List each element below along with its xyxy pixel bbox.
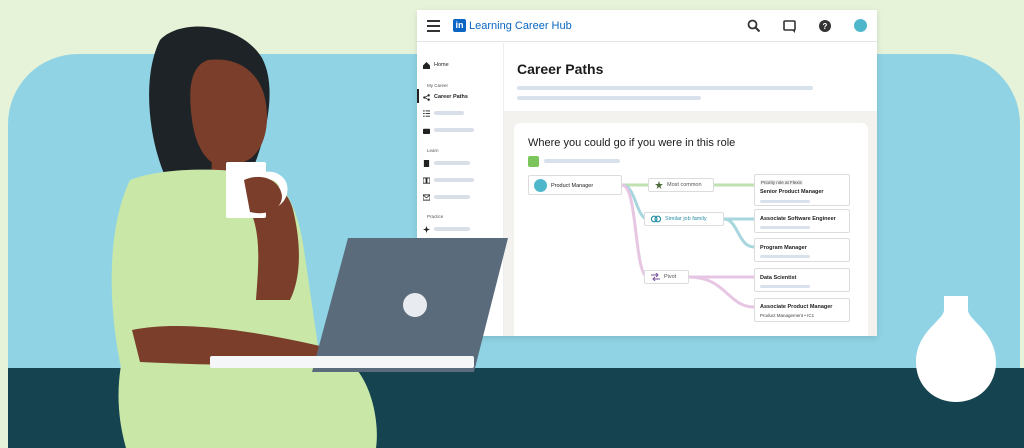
- sidebar-item[interactable]: [423, 124, 474, 136]
- sidebar-item-label: Career Paths: [434, 94, 468, 100]
- path-pill-similar-job-family[interactable]: Similar job family: [644, 212, 724, 226]
- role-title: Associate Product Manager: [760, 304, 833, 310]
- active-indicator: [417, 89, 419, 103]
- sidebar-placeholder: [434, 161, 470, 165]
- hamburger-icon[interactable]: [427, 20, 440, 32]
- share-nodes-icon: [423, 93, 430, 101]
- path-pill-label: Pivot: [664, 274, 677, 280]
- role-card-senior-product-manager[interactable]: Priority role at Flexis Senior Product M…: [754, 174, 850, 206]
- role-card-program-manager[interactable]: Program Manager: [754, 238, 850, 262]
- section-practice: Practice: [427, 214, 444, 219]
- comment-icon[interactable]: [782, 18, 798, 34]
- desk-surface: [8, 368, 1024, 448]
- top-bar: in Learning Career Hub ?: [417, 10, 877, 42]
- sidebar-placeholder: [434, 227, 470, 231]
- document-icon: [423, 159, 430, 167]
- sidebar-item-label: Home: [434, 62, 449, 68]
- role-title: Associate Software Engineer: [760, 216, 836, 222]
- link-apm: [687, 275, 756, 309]
- sidebar-placeholder: [434, 178, 474, 182]
- role-card-associate-product-manager[interactable]: Associate Product Manager Product Manage…: [754, 298, 850, 322]
- sidebar-item[interactable]: [423, 157, 470, 169]
- section-my-career: My Career: [427, 83, 449, 88]
- role-avatar: [534, 179, 547, 192]
- description-placeholder: [517, 96, 701, 100]
- vase-illustration: [916, 296, 996, 402]
- role-subtitle: Product Management • IC1: [760, 313, 815, 318]
- description-placeholder: [517, 86, 813, 90]
- sidebar-item[interactable]: [423, 174, 474, 186]
- role-title: Data Scientist: [760, 275, 797, 281]
- sidebar-item[interactable]: [423, 107, 464, 119]
- path-pill-label: Most common: [667, 182, 702, 188]
- role-title: Senior Product Manager: [760, 189, 824, 195]
- star-icon: [655, 181, 663, 189]
- sidebar-item[interactable]: [423, 191, 470, 203]
- main-content: Career Paths Where you could go if you w…: [503, 43, 877, 336]
- overlap-circles-icon: [651, 215, 661, 223]
- sidebar: Home My Career Career Paths Learn Practi…: [417, 43, 503, 336]
- checklist-icon: [423, 109, 430, 117]
- career-paths-card: Where you could go if you were in this r…: [514, 123, 868, 336]
- home-icon: [423, 61, 430, 69]
- role-placeholder: [760, 255, 810, 258]
- briefcase-icon: [423, 128, 430, 134]
- current-role-node[interactable]: Product Manager: [528, 175, 622, 195]
- path-pill-pivot[interactable]: Pivot: [644, 270, 689, 284]
- microphone-icon: [423, 242, 430, 248]
- linkedin-logo: in: [453, 19, 466, 32]
- role-placeholder: [760, 200, 810, 203]
- sidebar-item[interactable]: [423, 223, 470, 235]
- search-icon[interactable]: [746, 18, 762, 34]
- role-placeholder: [760, 285, 810, 288]
- avatar[interactable]: [854, 19, 867, 32]
- sidebar-item[interactable]: [423, 240, 470, 252]
- sidebar-item-career-paths[interactable]: Career Paths: [423, 91, 468, 103]
- sidebar-item-home[interactable]: Home: [423, 59, 449, 71]
- page-title: Career Paths: [517, 61, 604, 77]
- section-learn: Learn: [427, 148, 439, 153]
- brand-name: Learning Career Hub: [469, 20, 572, 32]
- current-role-label: Product Manager: [551, 183, 594, 189]
- sidebar-placeholder: [434, 111, 464, 115]
- role-placeholder: [760, 226, 810, 229]
- page-header: Career Paths: [504, 43, 877, 111]
- role-card-associate-software-engineer[interactable]: Associate Software Engineer: [754, 209, 850, 233]
- mail-icon: [423, 193, 430, 201]
- sidebar-placeholder: [434, 195, 470, 199]
- path-pill-label: Similar job family: [665, 216, 707, 222]
- app-window: in Learning Career Hub ? Home My Career …: [417, 10, 877, 336]
- sidebar-placeholder: [434, 244, 470, 248]
- help-icon[interactable]: ?: [817, 18, 833, 34]
- path-pill-most-common[interactable]: Most common: [648, 178, 714, 192]
- role-card-data-scientist[interactable]: Data Scientist: [754, 268, 850, 292]
- svg-text:?: ?: [823, 22, 828, 31]
- swap-arrows-icon: [651, 273, 660, 281]
- link-program-manager: [722, 217, 756, 249]
- role-title: Program Manager: [760, 245, 807, 251]
- book-icon: [423, 176, 430, 184]
- sparkle-icon: [423, 225, 430, 233]
- priority-badge: Priority role at Flexis: [760, 180, 803, 185]
- sidebar-placeholder: [434, 128, 474, 132]
